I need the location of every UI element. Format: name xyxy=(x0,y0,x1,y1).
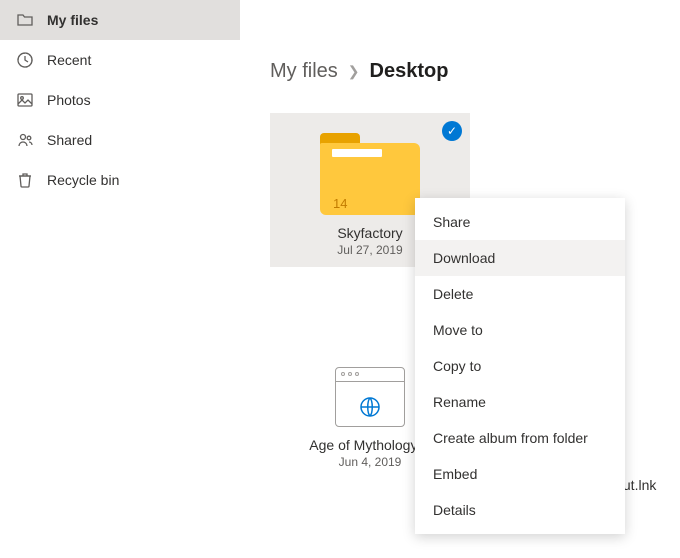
context-rename[interactable]: Rename xyxy=(415,384,625,420)
recent-icon xyxy=(15,50,35,70)
globe-icon xyxy=(359,396,381,421)
context-delete[interactable]: Delete xyxy=(415,276,625,312)
sidebar-item-label: Recycle bin xyxy=(47,172,119,188)
photos-icon xyxy=(15,90,35,110)
sidebar-item-recent[interactable]: Recent xyxy=(0,40,240,80)
context-create-album[interactable]: Create album from folder xyxy=(415,420,625,456)
selected-check-icon: ✓ xyxy=(442,121,462,141)
web-shortcut-icon xyxy=(335,367,405,427)
breadcrumb-root[interactable]: My files xyxy=(270,60,338,83)
context-menu: Share Download Delete Move to Copy to Re… xyxy=(415,198,625,534)
shared-icon xyxy=(15,130,35,150)
sidebar-item-recycle[interactable]: Recycle bin xyxy=(0,160,240,200)
context-copy-to[interactable]: Copy to xyxy=(415,348,625,384)
sidebar-item-label: Recent xyxy=(47,52,91,68)
sidebar-item-label: My files xyxy=(47,12,98,28)
sidebar-item-label: Shared xyxy=(47,132,92,148)
folder-count: 14 xyxy=(333,196,347,211)
context-move-to[interactable]: Move to xyxy=(415,312,625,348)
context-embed[interactable]: Embed xyxy=(415,456,625,492)
breadcrumb: My files ❯ Desktop xyxy=(270,60,650,83)
recycle-icon xyxy=(15,170,35,190)
sidebar-item-label: Photos xyxy=(47,92,91,108)
sidebar-item-my-files[interactable]: My files xyxy=(0,0,240,40)
context-details[interactable]: Details xyxy=(415,492,625,528)
breadcrumb-current: Desktop xyxy=(370,60,449,83)
folder-icon: 14 xyxy=(315,133,425,213)
sidebar-item-photos[interactable]: Photos xyxy=(0,80,240,120)
sidebar: My files Recent Photos Shared Recycle bi… xyxy=(0,0,240,558)
chevron-right-icon: ❯ xyxy=(348,63,360,80)
context-download[interactable]: Download xyxy=(415,240,625,276)
folder-icon xyxy=(15,10,35,30)
sidebar-item-shared[interactable]: Shared xyxy=(0,120,240,160)
context-share[interactable]: Share xyxy=(415,204,625,240)
